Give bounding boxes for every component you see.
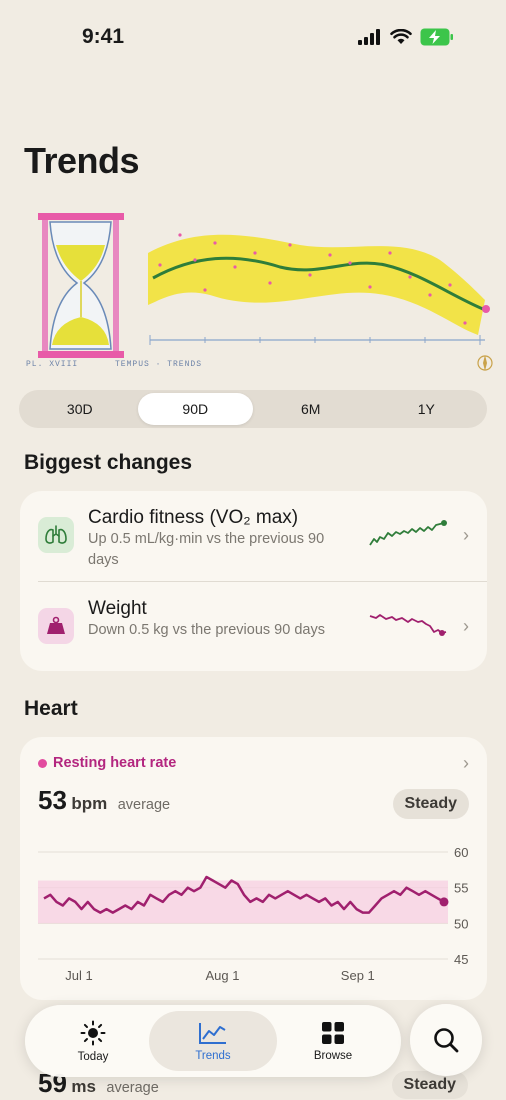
tab-trends[interactable]: Trends xyxy=(149,1011,277,1071)
range-6m[interactable]: 6M xyxy=(253,393,369,425)
x-tick-label: Sep 1 xyxy=(341,968,375,983)
heart-rate-number: 53 xyxy=(38,785,67,815)
heart-section-title: Heart xyxy=(24,697,78,720)
change-title-cardio: Cardio fitness (VO₂ max) xyxy=(88,507,299,528)
status-bar: 9:41 xyxy=(0,0,506,70)
page-title: Trends xyxy=(24,140,140,181)
biggest-changes-card: Cardio fitness (VO₂ max) Up 0.5 mL/kg·mi… xyxy=(20,491,487,671)
status-badge: Steady xyxy=(392,789,469,819)
next-status-badge: Steady xyxy=(391,1071,468,1099)
hero-caption-left: PL. XVIII xyxy=(26,360,79,369)
y-tick-label: 60 xyxy=(454,845,468,860)
next-metric-unit: ms xyxy=(71,1077,96,1096)
lungs-icon xyxy=(38,517,74,553)
x-tick-label: Jul 1 xyxy=(65,968,92,983)
resting-heart-rate-card[interactable]: Resting heart rate › 53 bpm average Stea… xyxy=(20,737,487,1000)
tab-today[interactable]: Today xyxy=(29,1011,157,1071)
latest-point xyxy=(439,897,449,907)
heart-rate-chart: 60 55 50 45 Jul 1 Aug 1 Sep 1 xyxy=(38,845,468,983)
weight-sparkline xyxy=(369,614,447,636)
heart-rate-value: 53 bpm average xyxy=(38,785,170,816)
heart-rate-unit: bpm xyxy=(71,794,108,813)
tab-label-trends: Trends xyxy=(195,1049,231,1062)
hero-illustration xyxy=(38,213,493,371)
sun-icon xyxy=(80,1020,106,1045)
chevron-right-icon: › xyxy=(463,753,469,773)
biggest-changes-title: Biggest changes xyxy=(24,451,193,474)
y-tick-label: 45 xyxy=(454,952,468,967)
chevron-right-icon: › xyxy=(463,525,469,545)
x-tick-label: Aug 1 xyxy=(206,968,240,983)
change-title-weight: Weight xyxy=(88,598,147,619)
chevron-right-icon: › xyxy=(463,616,469,636)
hourglass-icon xyxy=(38,213,124,358)
normal-range-band xyxy=(38,880,448,924)
change-row-cardio[interactable]: Cardio fitness (VO₂ max) Up 0.5 mL/kg·mi… xyxy=(20,491,487,581)
range-30d[interactable]: 30D xyxy=(22,393,138,425)
hero-caption-right: TEMPUS · TRENDS xyxy=(115,360,203,369)
range-90d[interactable]: 90D xyxy=(137,393,253,425)
compass-rose-icon xyxy=(477,355,493,371)
change-row-weight[interactable]: Weight Down 0.5 kg vs the previous 90 da… xyxy=(20,582,487,672)
signal-icon xyxy=(358,29,380,45)
metric-dot xyxy=(38,758,47,768)
range-segmented-control: 30D 90D 6M 1Y xyxy=(19,390,487,428)
cardio-sparkline xyxy=(369,520,447,546)
metric-label: Resting heart rate xyxy=(38,755,176,771)
search-icon xyxy=(434,1028,459,1053)
weight-icon xyxy=(38,608,74,644)
change-desc-weight: Down 0.5 kg vs the previous 90 days xyxy=(88,622,325,638)
range-1y[interactable]: 1Y xyxy=(369,393,485,425)
tab-label-today: Today xyxy=(77,1050,109,1063)
tab-browse[interactable]: Browse xyxy=(269,1011,397,1071)
change-desc-cardio: Up 0.5 mL/kg·min vs the previous 90 days xyxy=(88,531,325,568)
heart-rate-average-label: average xyxy=(117,797,171,813)
status-icons xyxy=(358,28,454,46)
wifi-icon xyxy=(390,29,412,44)
y-tick-label: 50 xyxy=(454,916,468,931)
search-button[interactable] xyxy=(410,1004,482,1076)
chart-icon xyxy=(199,1022,226,1044)
y-tick-label: 55 xyxy=(454,881,468,896)
tab-label-browse: Browse xyxy=(313,1049,353,1062)
battery-charging-icon xyxy=(420,28,453,46)
status-time: 9:41 xyxy=(82,25,125,48)
metric-name: Resting heart rate xyxy=(53,755,177,771)
grid-icon xyxy=(322,1021,344,1044)
tab-bar: Today Trends Browse xyxy=(25,1005,401,1077)
next-metric-average-label: average xyxy=(106,1080,159,1096)
